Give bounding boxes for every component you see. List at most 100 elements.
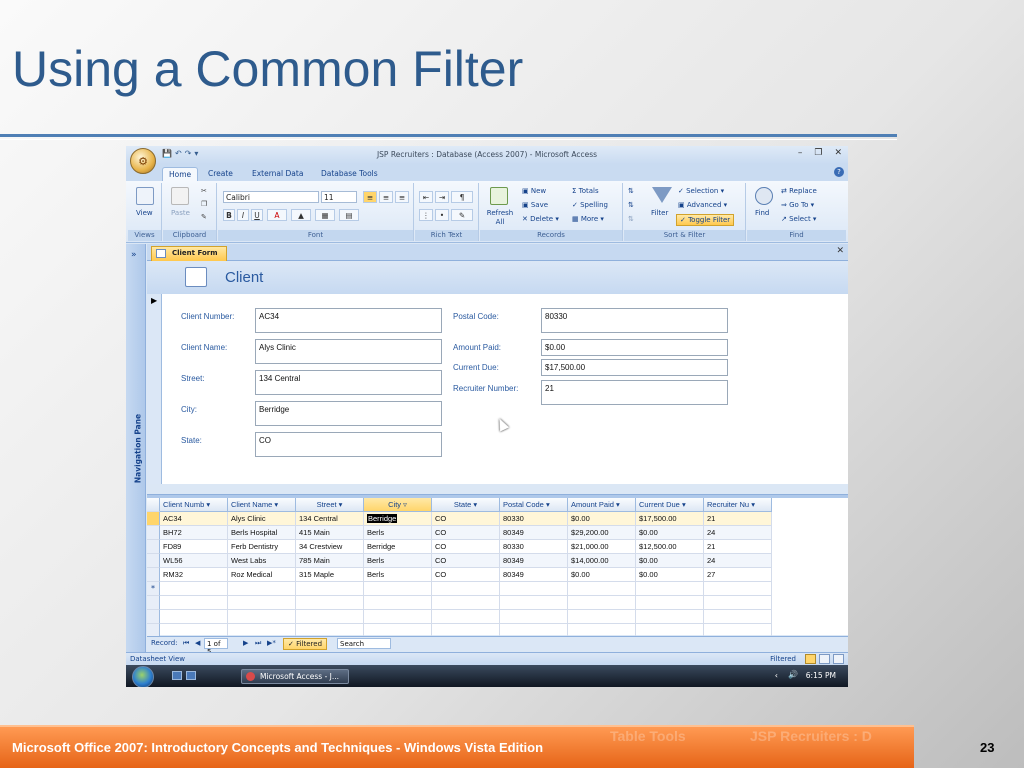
align-center-icon[interactable]: ≡: [379, 191, 393, 203]
table-cell[interactable]: Berls: [364, 554, 432, 568]
empty-cell[interactable]: [568, 582, 636, 596]
paragraph-dir-icon[interactable]: ¶: [451, 191, 473, 203]
datasheet-view-toggle-icon[interactable]: [805, 654, 816, 664]
table-cell[interactable]: Alys Clinic: [228, 512, 296, 526]
font-name-select[interactable]: Calibri: [223, 191, 319, 203]
tab-create[interactable]: Create: [202, 167, 239, 181]
column-header[interactable]: Current Due ▾: [636, 498, 704, 512]
select-button[interactable]: ↗ Select ▾: [781, 215, 816, 223]
datasheet-view-icon[interactable]: [136, 187, 154, 205]
navigation-pane[interactable]: » Navigation Pane: [126, 244, 146, 654]
italic-icon[interactable]: I: [237, 209, 249, 221]
spelling-button[interactable]: ✓ Spelling: [572, 201, 608, 209]
format-painter-icon[interactable]: ✎: [201, 213, 207, 221]
table-cell[interactable]: 24: [704, 526, 772, 540]
table-row[interactable]: FD89 Ferb Dentistry 34 Crestview Berridge CO…: [147, 540, 772, 554]
clear-sort-icon[interactable]: ⇅: [628, 215, 634, 223]
table-cell[interactable]: 24: [704, 554, 772, 568]
column-header[interactable]: Client Numb ▾: [160, 498, 228, 512]
font-size-select[interactable]: 11: [321, 191, 357, 203]
current-due-field[interactable]: $17,500.00: [541, 359, 728, 376]
show-desktop-icon[interactable]: [172, 671, 182, 680]
table-cell[interactable]: 315 Maple: [296, 568, 364, 582]
toggle-filter-button[interactable]: ✓ Toggle Filter: [676, 214, 735, 226]
table-cell[interactable]: $0.00: [636, 554, 704, 568]
paste-button[interactable]: Paste: [171, 209, 190, 217]
street-field[interactable]: 134 Central: [255, 370, 442, 395]
record-selector[interactable]: ▶: [147, 294, 162, 484]
table-cell[interactable]: 21: [704, 512, 772, 526]
office-button[interactable]: ⚙: [130, 148, 156, 174]
design-view-toggle-icon[interactable]: [833, 654, 844, 664]
form-view-toggle-icon[interactable]: [819, 654, 830, 664]
cut-icon[interactable]: ✂: [201, 187, 207, 195]
empty-cell[interactable]: [228, 582, 296, 596]
amount-paid-field[interactable]: $0.00: [541, 339, 728, 356]
table-cell[interactable]: $21,000.00: [568, 540, 636, 554]
new-record-row[interactable]: *: [147, 582, 772, 596]
row-selector[interactable]: [147, 512, 160, 526]
view-button[interactable]: View: [136, 209, 153, 217]
table-cell[interactable]: 134 Central: [296, 512, 364, 526]
sort-ascending-icon[interactable]: ⇅: [628, 187, 634, 195]
recruiter-number-field[interactable]: 21: [541, 380, 728, 405]
empty-cell[interactable]: [296, 582, 364, 596]
bullets-icon[interactable]: •: [435, 209, 449, 221]
empty-cell[interactable]: [432, 582, 500, 596]
select-all-corner[interactable]: [147, 498, 160, 512]
clock[interactable]: 6:15 PM: [806, 671, 836, 680]
table-cell[interactable]: Roz Medical: [228, 568, 296, 582]
table-cell[interactable]: RM32: [160, 568, 228, 582]
goto-button[interactable]: ⇒ Go To ▾: [781, 201, 814, 209]
start-button[interactable]: [132, 666, 154, 687]
column-header[interactable]: State ▾: [432, 498, 500, 512]
row-selector[interactable]: [147, 554, 160, 568]
column-header[interactable]: Postal Code ▾: [500, 498, 568, 512]
table-cell[interactable]: 415 Main: [296, 526, 364, 540]
delete-button[interactable]: ✕ Delete ▾: [522, 215, 559, 223]
close-document-icon[interactable]: ✕: [836, 246, 844, 256]
table-cell[interactable]: Berridge: [364, 512, 432, 526]
table-cell[interactable]: $12,500.00: [636, 540, 704, 554]
row-selector[interactable]: [147, 540, 160, 554]
tray-chevron-icon[interactable]: ‹: [775, 671, 778, 680]
table-cell[interactable]: CO: [432, 568, 500, 582]
table-cell[interactable]: CO: [432, 526, 500, 540]
table-cell[interactable]: $0.00: [636, 526, 704, 540]
taskbar-access-button[interactable]: Microsoft Access - J...: [241, 669, 349, 684]
table-cell[interactable]: Berls: [364, 568, 432, 582]
filter-button[interactable]: Filter: [651, 209, 668, 217]
table-cell[interactable]: WL56: [160, 554, 228, 568]
row-selector[interactable]: [147, 526, 160, 540]
table-cell[interactable]: 80330: [500, 540, 568, 554]
volume-icon[interactable]: 🔊: [788, 670, 798, 679]
column-header[interactable]: Client Name ▾: [228, 498, 296, 512]
save-record-button[interactable]: ▣ Save: [522, 201, 548, 209]
table-cell[interactable]: AC34: [160, 512, 228, 526]
table-cell[interactable]: CO: [432, 554, 500, 568]
client-number-field[interactable]: AC34: [255, 308, 442, 333]
new-record-button[interactable]: ▣ New: [522, 187, 546, 195]
refresh-all-button[interactable]: Refresh All: [484, 209, 516, 227]
table-row[interactable]: WL56 West Labs 785 Main Berls CO 80349 $14,000…: [147, 554, 772, 568]
table-cell[interactable]: 34 Crestview: [296, 540, 364, 554]
help-icon[interactable]: ?: [834, 167, 844, 177]
table-cell[interactable]: CO: [432, 540, 500, 554]
highlight-icon[interactable]: ✎: [451, 209, 473, 221]
table-cell[interactable]: Ferb Dentistry: [228, 540, 296, 554]
chevron-right-icon[interactable]: »: [131, 250, 137, 260]
new-record-nav-icon[interactable]: ▶*: [267, 639, 276, 647]
table-cell[interactable]: $17,500.00: [636, 512, 704, 526]
first-record-icon[interactable]: ⏮: [183, 639, 189, 648]
empty-cell[interactable]: [636, 582, 704, 596]
filter-funnel-icon[interactable]: [652, 187, 672, 203]
table-cell[interactable]: BH72: [160, 526, 228, 540]
table-cell[interactable]: $0.00: [568, 512, 636, 526]
sort-descending-icon[interactable]: ⇅: [628, 201, 634, 209]
close-icon[interactable]: ✕: [834, 148, 842, 158]
row-selector[interactable]: [147, 596, 160, 610]
refresh-icon[interactable]: [490, 187, 508, 205]
numbering-icon[interactable]: ⋮: [419, 209, 433, 221]
table-cell[interactable]: West Labs: [228, 554, 296, 568]
city-field[interactable]: Berridge: [255, 401, 442, 426]
